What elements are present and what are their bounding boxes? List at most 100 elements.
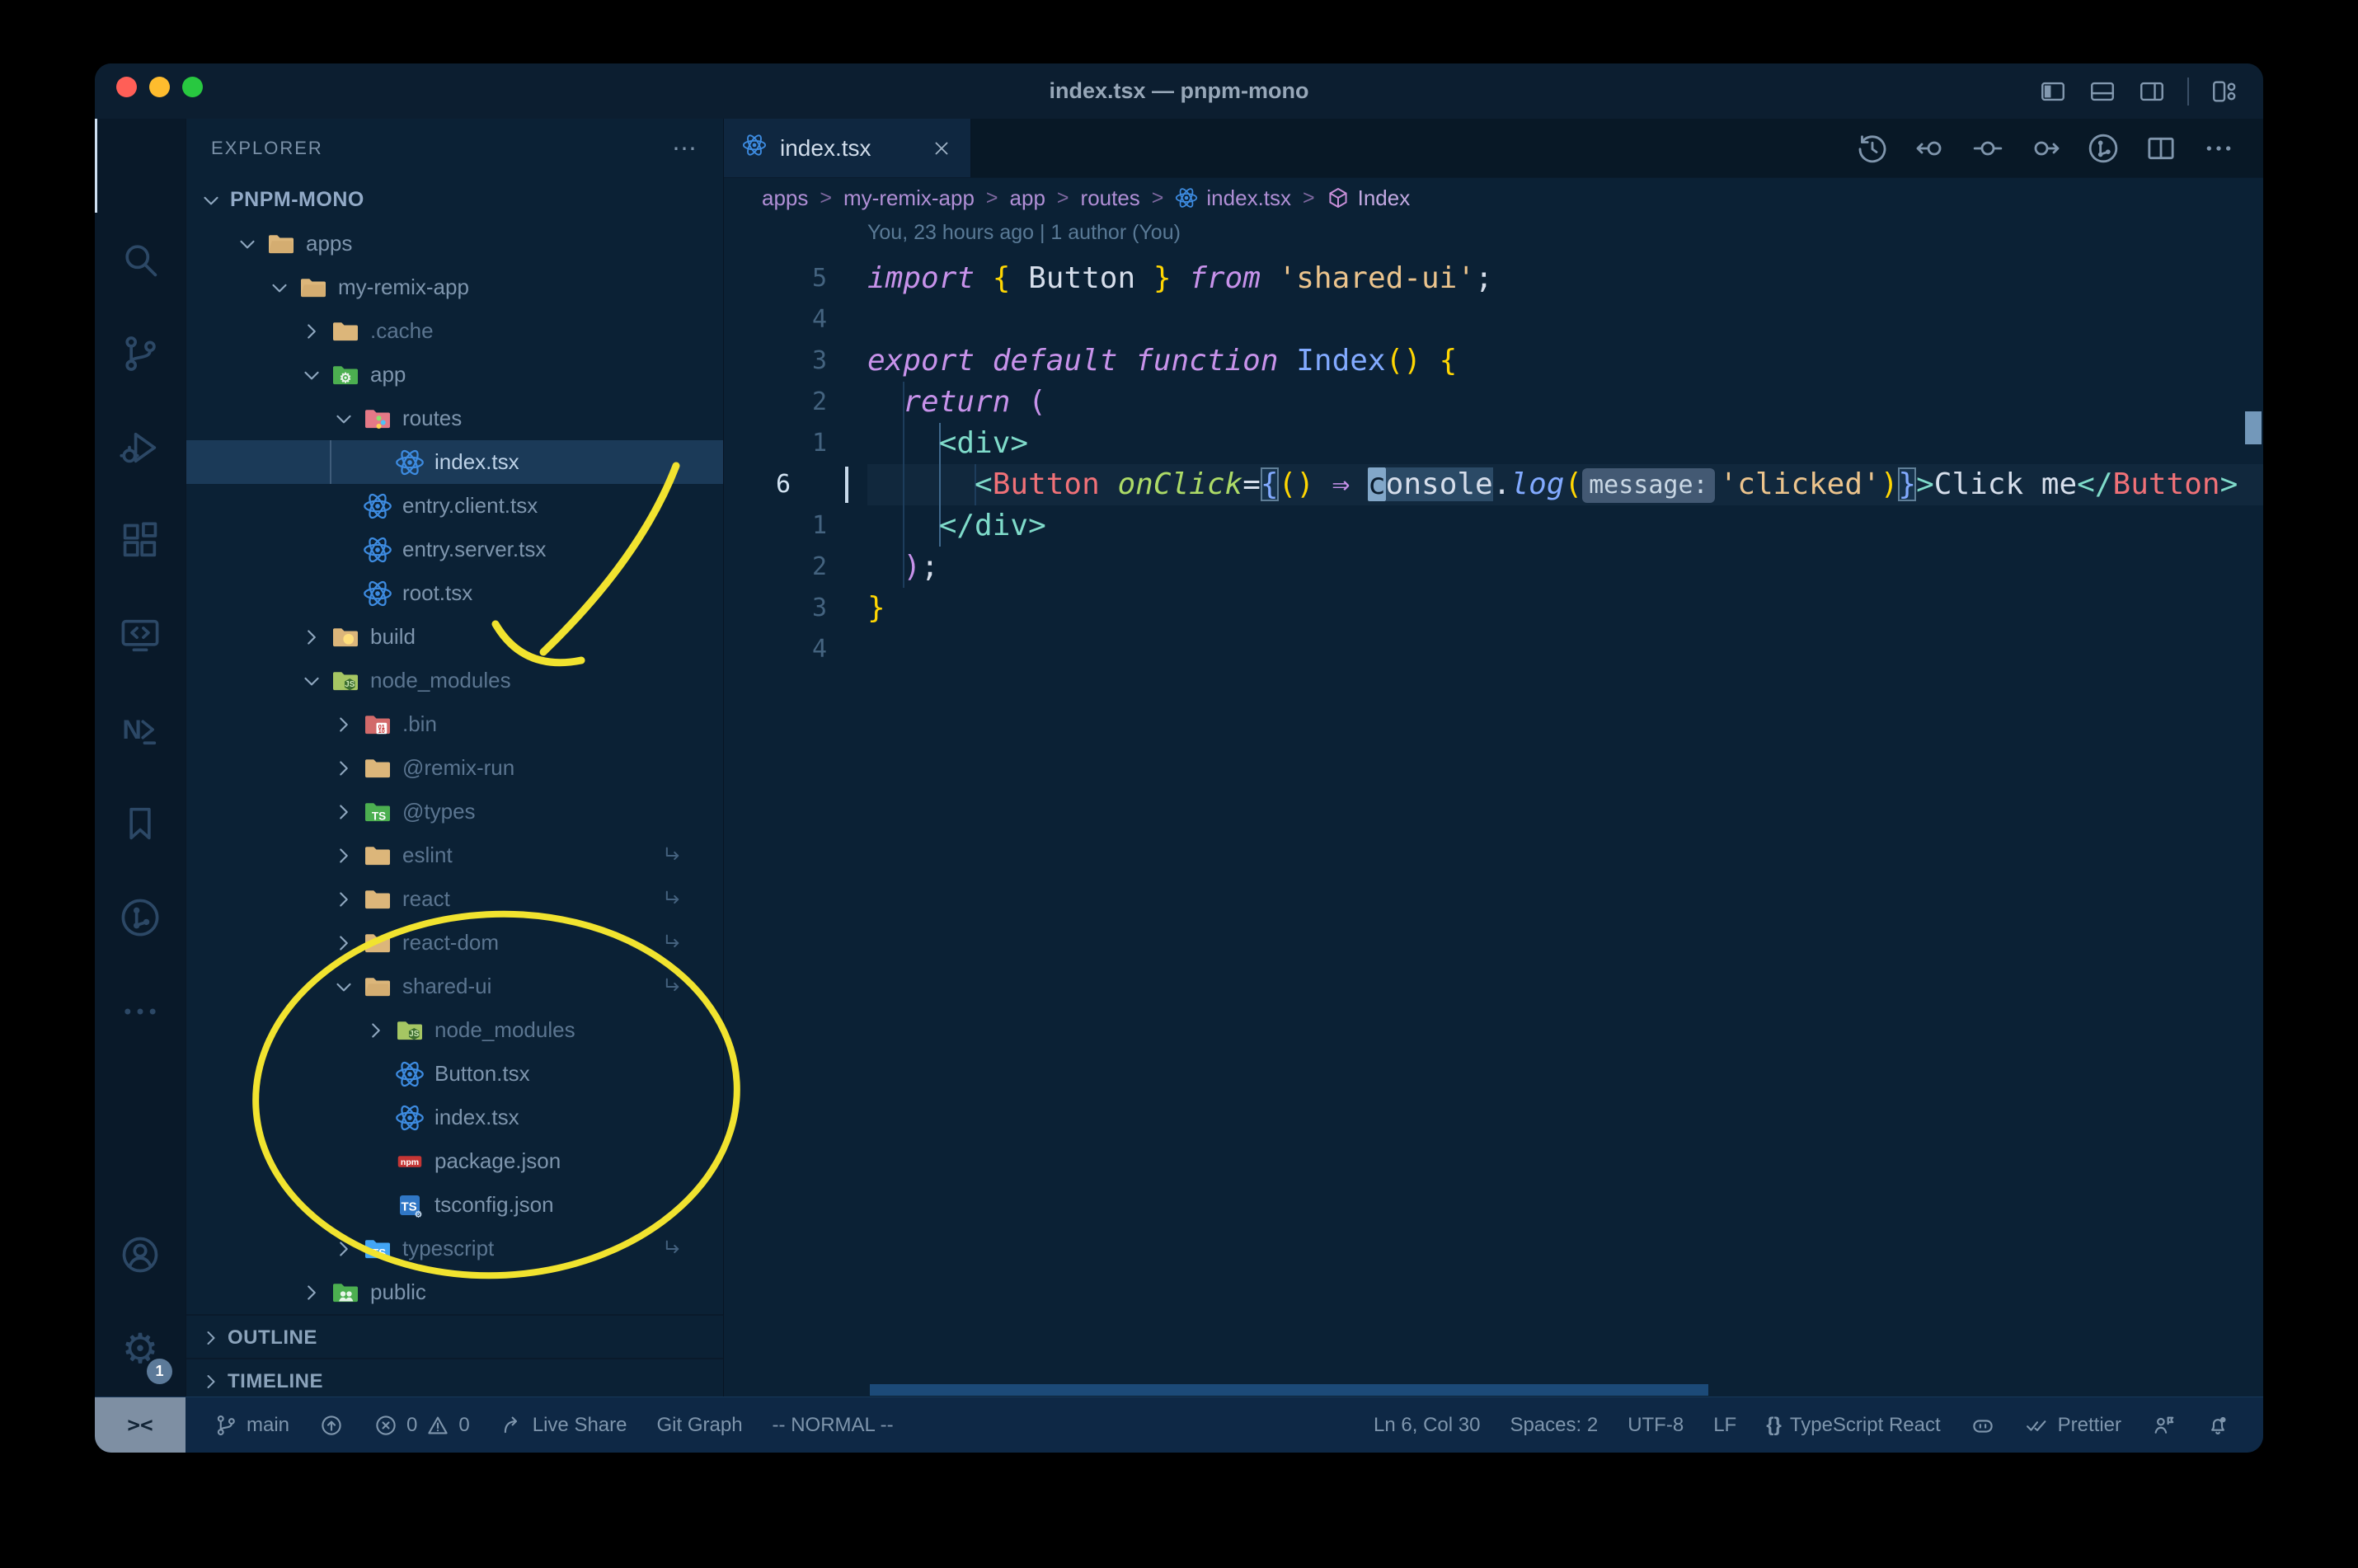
- tsconfig-icon: TS⚙: [400, 1195, 423, 1219]
- svg-text:N: N: [122, 715, 141, 744]
- activity-more[interactable]: [95, 965, 186, 1059]
- breadcrumb-routes[interactable]: routes: [1081, 185, 1140, 211]
- layout-panel-bottom-icon: [2091, 82, 2114, 101]
- code-line: return (: [903, 385, 1046, 419]
- layout-sidebar-right-button[interactable]: [2138, 77, 2166, 106]
- tree-item--remix-run[interactable]: @remix-run: [186, 746, 723, 790]
- editor-action-history[interactable]: [1856, 132, 1889, 165]
- tree-item--types[interactable]: TS @types: [186, 790, 723, 833]
- layout-customize-button[interactable]: [2210, 77, 2238, 106]
- tree-item-shared-ui[interactable]: shared-ui: [186, 965, 723, 1008]
- tree-item-react-dom[interactable]: react-dom: [186, 921, 723, 965]
- activity-remote-explorer[interactable]: [95, 589, 186, 683]
- tree-item-pnpm-mono[interactable]: PNPM-MONO: [186, 178, 723, 222]
- timeline-section-header[interactable]: TIMELINE: [186, 1358, 723, 1397]
- explorer-sidebar: EXPLORER ⋯ PNPM-MONO apps my-remix-app .cac…: [186, 119, 724, 1397]
- more-icon: [2206, 145, 2231, 151]
- tree-item-label: @remix-run: [402, 755, 515, 780]
- activity-accounts[interactable]: [95, 1208, 186, 1302]
- status-vim-mode[interactable]: -- NORMAL --: [773, 1414, 894, 1437]
- copilot-icon: [1972, 1419, 1993, 1433]
- close-tab-icon[interactable]: [931, 138, 952, 159]
- activity-extensions[interactable]: [95, 495, 186, 589]
- tab-index-tsx[interactable]: index.tsx: [724, 119, 971, 177]
- tree-item-apps[interactable]: apps: [186, 222, 723, 265]
- status-sync[interactable]: [319, 1413, 344, 1438]
- status-problems[interactable]: 00: [373, 1413, 470, 1438]
- tree-item-tsconfig-json[interactable]: TS ⚙ tsconfig.json: [186, 1183, 723, 1227]
- code-area[interactable]: You, 23 hours ago | 1 author (You) 5 impo…: [724, 218, 2263, 1397]
- tree-item-typescript[interactable]: TS typescript: [186, 1227, 723, 1270]
- status-bar: >< main 0 0 Live Share Git Graph -- NORMAL --…: [95, 1397, 2263, 1453]
- tree-item-label: entry.client.tsx: [402, 493, 538, 518]
- status-git-graph[interactable]: Git Graph: [657, 1414, 743, 1437]
- tree-item-button-tsx[interactable]: Button.tsx: [186, 1052, 723, 1096]
- editor-action-next-change[interactable]: [2029, 132, 2062, 165]
- activity-gitlens[interactable]: [95, 871, 186, 965]
- breadcrumb-my-remix-app[interactable]: my-remix-app: [843, 185, 975, 211]
- breadcrumb-index-tsx[interactable]: index.tsx: [1175, 185, 1291, 211]
- editor-action-gitlens-graph[interactable]: [2087, 132, 2120, 165]
- tree-item-routes[interactable]: routes: [186, 397, 723, 440]
- status-copilot[interactable]: [1970, 1413, 1995, 1438]
- activity-bookmarks[interactable]: [95, 777, 186, 871]
- status-language-mode[interactable]: {} TypeScript React: [1766, 1414, 1940, 1437]
- layout-sidebar-left-button[interactable]: [2039, 77, 2067, 106]
- line-number: 5: [811, 264, 827, 293]
- tree-item-package-json[interactable]: npm package.json: [186, 1139, 723, 1183]
- react-icon: [396, 1061, 424, 1087]
- breadcrumb-index[interactable]: Index: [1327, 185, 1410, 211]
- tree-item-entry-server-tsx[interactable]: entry.server.tsx: [186, 528, 723, 571]
- activity-nx-console[interactable]: N: [95, 683, 186, 777]
- editor-action-more[interactable]: [2202, 132, 2235, 165]
- tree-item-root-tsx[interactable]: root.tsx: [186, 571, 723, 615]
- activity-source-control[interactable]: [95, 307, 186, 401]
- window-title: index.tsx — pnpm-mono: [1049, 78, 1309, 103]
- breadcrumb-app[interactable]: app: [1010, 185, 1045, 211]
- activity-explorer[interactable]: [95, 119, 186, 213]
- tree-item-node-modules[interactable]: JS node_modules: [186, 659, 723, 702]
- tree-item-label: my-remix-app: [338, 275, 469, 299]
- tree-item-index-tsx[interactable]: index.tsx: [186, 1096, 723, 1139]
- tree-item-eslint[interactable]: eslint: [186, 833, 723, 877]
- outline-section-header[interactable]: OUTLINE: [186, 1314, 723, 1359]
- editor-action-split-editor[interactable]: [2144, 132, 2177, 165]
- tree-item-node-modules[interactable]: JS node_modules: [186, 1008, 723, 1052]
- activity-search[interactable]: [95, 213, 186, 307]
- tree-item-entry-client-tsx[interactable]: entry.client.tsx: [186, 484, 723, 528]
- tree-item-public[interactable]: public: [186, 1270, 723, 1314]
- tree-item-react[interactable]: react: [186, 877, 723, 921]
- activity-run-debug[interactable]: [95, 401, 186, 495]
- folder-app-icon: ⚙: [333, 365, 358, 386]
- tree-item-app[interactable]: ⚙ app: [186, 353, 723, 397]
- horizontal-scrollbar[interactable]: [870, 1384, 1708, 1396]
- breadcrumb-apps[interactable]: apps: [762, 185, 808, 211]
- remote-indicator[interactable]: ><: [95, 1397, 186, 1453]
- status-encoding[interactable]: UTF-8: [1628, 1414, 1684, 1437]
- tree-item-index-tsx[interactable]: index.tsx: [186, 440, 723, 484]
- layout-panel-bottom-button[interactable]: [2088, 77, 2116, 106]
- status-git-branch[interactable]: main: [214, 1413, 289, 1438]
- editor-action-prev-change[interactable]: [1914, 132, 1947, 165]
- change-icon: [1973, 141, 2003, 155]
- explorer-more-button[interactable]: ⋯: [672, 134, 698, 163]
- chevron-down-icon: [240, 240, 255, 248]
- history-icon: [1858, 134, 1886, 162]
- folder-node-icon: JS: [397, 1021, 422, 1040]
- activity-settings[interactable]: ⚙ 1: [95, 1302, 186, 1396]
- breadcrumb: apps > my-remix-app > app > routes > index.tsx > I…: [724, 178, 2263, 218]
- status-feedback[interactable]: [2151, 1413, 2176, 1438]
- status-indentation[interactable]: Spaces: 2: [1510, 1414, 1598, 1437]
- editor-action-change[interactable]: [1971, 132, 2004, 165]
- status-notifications[interactable]: [2205, 1413, 2230, 1438]
- status-eol[interactable]: LF: [1713, 1414, 1736, 1437]
- status-cursor-position[interactable]: Ln 6, Col 30: [1374, 1414, 1480, 1437]
- tree-item-my-remix-app[interactable]: my-remix-app: [186, 265, 723, 309]
- status-live-share[interactable]: Live Share: [500, 1413, 627, 1438]
- status-prettier[interactable]: Prettier: [2025, 1413, 2121, 1438]
- overview-ruler-marker: [2245, 411, 2262, 444]
- explorer-title: EXPLORER: [211, 138, 323, 158]
- tree-item-build[interactable]: build: [186, 615, 723, 659]
- tree-item--cache[interactable]: .cache: [186, 309, 723, 353]
- tree-item--bin[interactable]: 01 10 .bin: [186, 702, 723, 746]
